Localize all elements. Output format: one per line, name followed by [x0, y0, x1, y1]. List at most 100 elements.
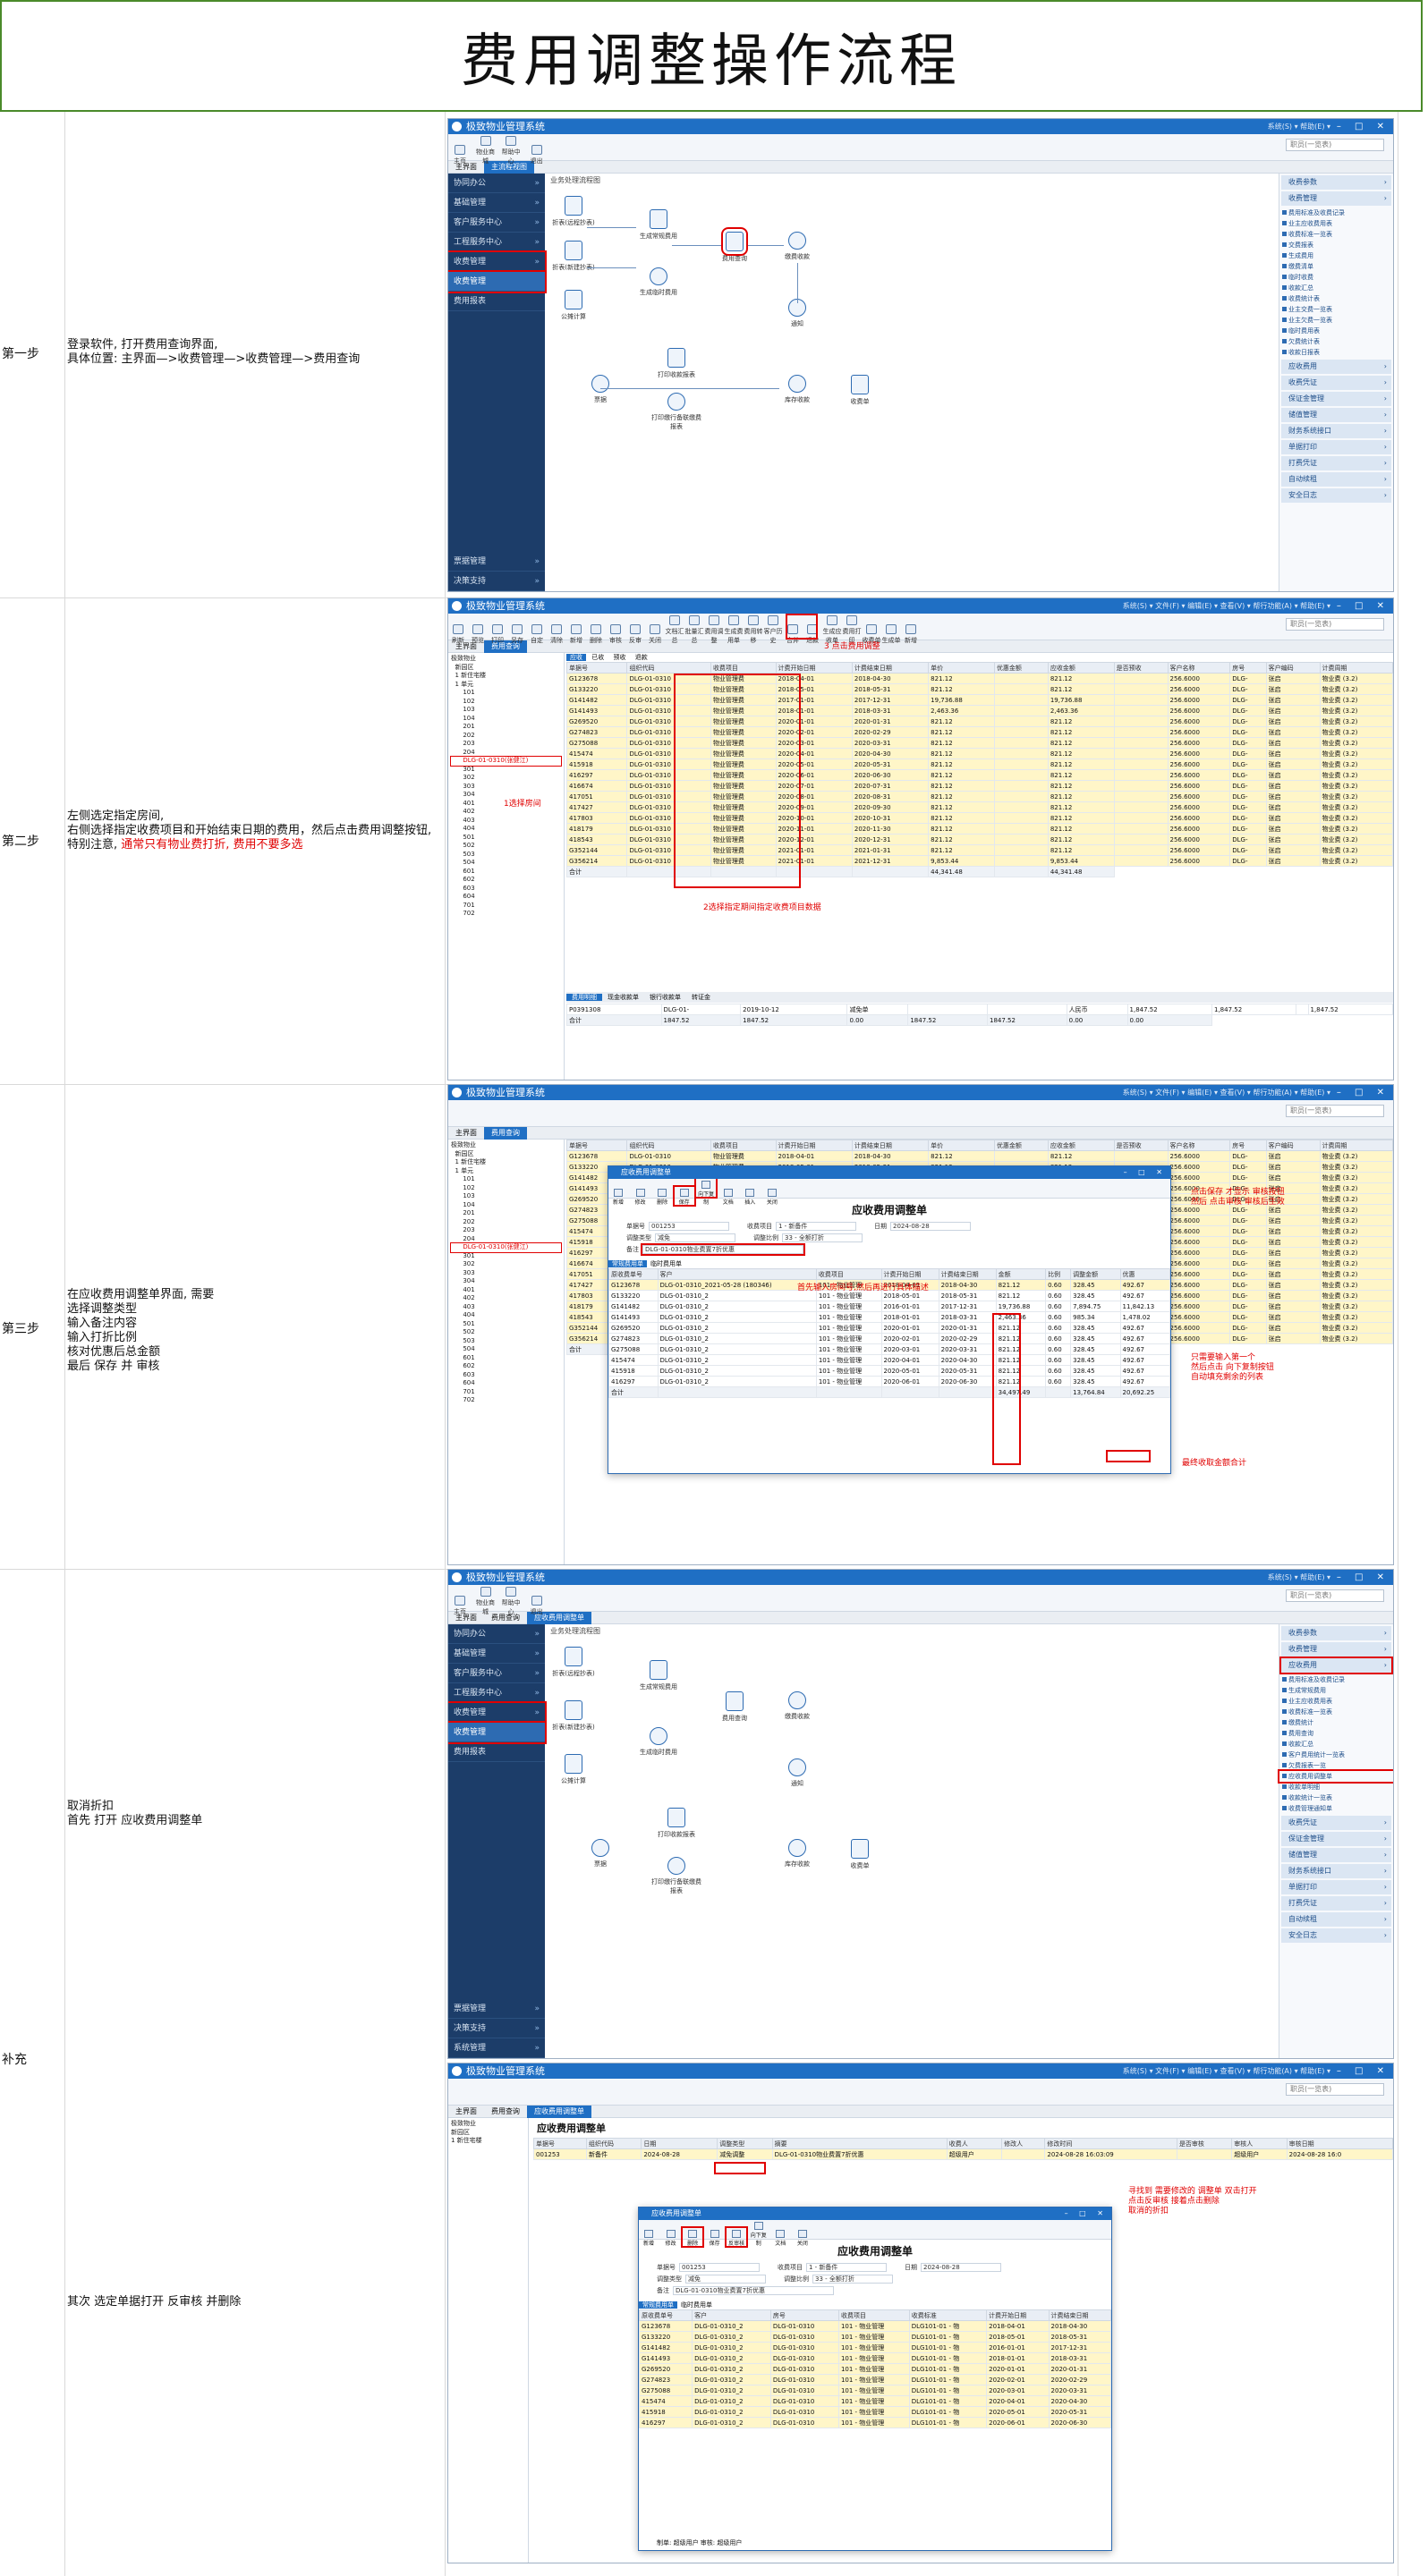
flow-node[interactable]: 生成临时费用 [632, 267, 685, 297]
panel-section[interactable]: 保证金管理 › [1281, 392, 1391, 406]
flow-node-fee-query[interactable]: 费用查询 [708, 227, 761, 263]
column-header[interactable]: 摘要 [771, 2138, 948, 2149]
panel-link[interactable]: 交费报表 [1279, 240, 1393, 250]
dialog-insert-button[interactable]: 插入 [740, 1187, 760, 1206]
panel-link[interactable]: 临时收费 [1279, 272, 1393, 283]
dialog-save-button[interactable]: 保存 [672, 1185, 696, 1207]
column-header[interactable]: 计费开始日期 [775, 1140, 853, 1151]
tree-node[interactable]: 601 [451, 868, 561, 877]
tree-node[interactable]: 503 [451, 1337, 561, 1346]
column-header[interactable]: 客户编码 [1265, 1140, 1321, 1151]
toolbar-button[interactable]: 刷新 [448, 623, 468, 648]
dialog-doc-button[interactable]: 文档 [718, 1187, 738, 1206]
toolbar-button[interactable]: 打印 [488, 623, 507, 648]
column-header[interactable]: 客户名称 [1167, 1140, 1231, 1151]
toolbar-button[interactable]: 批量汇总 [684, 614, 704, 644]
sidebar-item[interactable]: 工程服务中心» [448, 233, 545, 252]
link-adjust-doc[interactable]: 应收费用调整单 [1278, 1769, 1393, 1784]
panel-link[interactable]: 收费标准一览表 [1279, 229, 1393, 240]
tree-node-selected[interactable]: DLG-01-0310(张健江) [450, 1242, 562, 1253]
delete-button[interactable]: 删除 [681, 2226, 705, 2248]
tree-node[interactable]: 202 [451, 1218, 561, 1227]
tree-node[interactable]: 503 [451, 851, 561, 860]
table-row[interactable]: G123678 DLG-01-0310 物业管理费 2018-04-01 2018-04… [565, 1150, 1393, 1162]
panel-section[interactable]: 打费凭证 › [1281, 456, 1391, 470]
dialog-modify-button[interactable]: 修改 [631, 1187, 650, 1206]
tree-node[interactable]: 403 [451, 817, 561, 826]
column-header[interactable]: 日期 [641, 2138, 718, 2149]
column-header[interactable]: 修改时间 [1044, 2138, 1177, 2149]
column-header[interactable]: 客户名称 [1167, 662, 1231, 674]
column-header[interactable]: 原收费单号 [608, 1268, 659, 1280]
panel-link[interactable]: 收费统计表 [1279, 293, 1393, 304]
tree-node[interactable]: 701 [451, 1388, 561, 1397]
panel-section[interactable]: 收费管理 › [1281, 191, 1391, 206]
tree-node[interactable]: 201 [451, 723, 561, 732]
column-header[interactable]: 房号 [769, 2309, 839, 2321]
column-header[interactable]: 单据号 [565, 1140, 628, 1151]
column-header[interactable]: 优惠 [1119, 1268, 1171, 1280]
toolbar-button[interactable]: 清除 [547, 623, 566, 648]
dialog-copy-down-button[interactable]: 向下复制 [694, 1177, 718, 1206]
table-row[interactable]: 415918 DLG-01-0310_2 DLG-01-0310 101 - 物业管理… [638, 2406, 1112, 2418]
column-header[interactable]: 计费结束日期 [938, 1268, 997, 1280]
toolbar-button[interactable]: 审核 [606, 623, 625, 648]
tree-node[interactable]: 101 [451, 689, 561, 698]
employee-search[interactable]: 职员(一览表) [1286, 139, 1384, 151]
column-header[interactable]: 组织代码 [626, 662, 711, 674]
table-row[interactable]: G141493 DLG-01-0310_2 101 - 物业管理 2018-01-01… [608, 1311, 1171, 1323]
table-row[interactable]: G141482 DLG-01-0310_2 DLG-01-0310 101 - 物业管… [638, 2342, 1112, 2353]
column-header[interactable]: 应收金额 [1047, 1140, 1115, 1151]
window-controls[interactable]: – □ ✕ [1337, 119, 1390, 134]
column-header[interactable]: 计费开始日期 [880, 1268, 939, 1280]
column-header[interactable]: 计费周期 [1319, 662, 1393, 674]
tree-node[interactable]: 501 [451, 834, 561, 843]
tree-node[interactable]: 701 [451, 902, 561, 911]
tree-node[interactable]: 1 单元 [451, 1167, 561, 1176]
column-header[interactable]: 计费开始日期 [986, 2309, 1050, 2321]
tree-node[interactable]: 603 [451, 885, 561, 894]
panel-section[interactable]: 收费凭证 › [1281, 376, 1391, 390]
table-row[interactable]: G141493 DLG-01-0310_2 DLG-01-0310 101 - 物业管… [638, 2352, 1112, 2364]
column-header[interactable]: 是否审核 [1176, 2138, 1233, 2149]
unaudit-button[interactable]: 反审核 [725, 2226, 749, 2248]
column-header[interactable]: 优惠金额 [993, 1140, 1049, 1151]
tree-node[interactable]: 401 [451, 1286, 561, 1295]
column-header[interactable]: 单价 [928, 1140, 995, 1151]
sidebar-item[interactable]: 客户服务中心» [448, 213, 545, 233]
sidebar-item[interactable]: 决策支持» [448, 572, 545, 591]
tree-node[interactable]: 102 [451, 1184, 561, 1193]
sidebar-item[interactable]: 票据管理» [448, 552, 545, 572]
toolbar-button[interactable]: 自定 [527, 623, 547, 648]
table-row[interactable]: G269520 DLG-01-0310_2 101 - 物业管理 2020-01-01… [608, 1322, 1171, 1334]
column-header[interactable]: 调整类型 [717, 2138, 773, 2149]
table-row[interactable]: G275088 DLG-01-0310_2 101 - 物业管理 2020-03-01… [608, 1343, 1171, 1355]
table-row[interactable]: 416297 DLG-01-0310_2 101 - 物业管理 2020-06-01 2… [608, 1376, 1171, 1387]
panel-section[interactable]: 财务系统接口 › [1281, 424, 1391, 438]
panel-link[interactable]: 业主欠费一览表 [1279, 315, 1393, 326]
column-header[interactable]: 审核人 [1231, 2138, 1288, 2149]
dialog-delete-button[interactable]: 删除 [652, 1187, 672, 1206]
panel-link[interactable]: 业主交费一览表 [1279, 304, 1393, 315]
exit-button[interactable]: 退出 [525, 143, 548, 168]
flow-node[interactable]: 票据 [574, 375, 627, 404]
toolbar-button[interactable]: 反审 [625, 623, 645, 648]
flow-node[interactable]: 打印缴行备联缴费报表 [650, 393, 703, 431]
column-header[interactable]: 金额 [995, 1268, 1047, 1280]
table-row[interactable]: 415474 DLG-01-0310_2 DLG-01-0310 101 - 物业管理… [638, 2395, 1112, 2407]
column-header[interactable]: 客户 [692, 2309, 771, 2321]
toolbar-button[interactable]: 删除 [586, 623, 606, 648]
column-header[interactable]: 客户 [657, 1268, 817, 1280]
flow-node[interactable]: 库存收款 [770, 375, 824, 404]
flow-node[interactable]: 缴费收款 [770, 232, 824, 261]
table-row[interactable]: 001253 新备件 2024-08-28 减免调整 DLG-01-0310物业费置7折… [533, 2148, 1393, 2160]
tree-node[interactable]: 203 [451, 740, 561, 749]
sidebar-item[interactable]: 基础管理» [448, 193, 545, 213]
toolbar-button[interactable]: 生成应收单 [822, 614, 842, 644]
toolbar-button[interactable]: 生成费用单 [724, 614, 744, 644]
toolbar-button[interactable]: 费用转移 [744, 614, 763, 644]
tree-node[interactable]: 104 [451, 1201, 561, 1210]
panel-link[interactable]: 缴费清单 [1279, 261, 1393, 272]
tree-node[interactable]: 102 [451, 698, 561, 707]
table-row[interactable]: 416297 DLG-01-0310_2 DLG-01-0310 101 - 物业管理… [638, 2417, 1112, 2428]
